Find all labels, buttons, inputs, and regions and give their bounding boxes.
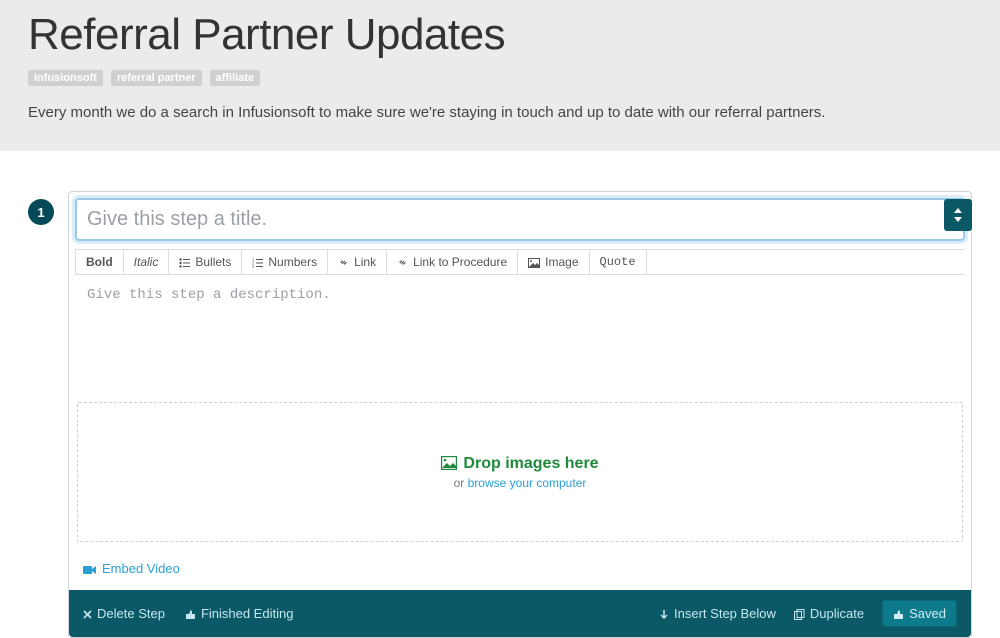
embed-video-label: Embed Video (102, 561, 180, 576)
tag-list: Infusionsoft referral partner affiliate (28, 68, 972, 86)
bold-button[interactable]: Bold (75, 250, 124, 274)
thumbs-up-icon (893, 606, 904, 621)
image-label: Image (545, 255, 578, 269)
step-editor: 1 Bold Italic Bullets 123 Numbers Link (0, 151, 1000, 638)
duplicate-button[interactable]: Duplicate (794, 606, 864, 621)
page-header: Referral Partner Updates Infusionsoft re… (0, 0, 1000, 151)
delete-label: Delete Step (97, 606, 165, 621)
browse-link[interactable]: browse your computer (468, 476, 587, 490)
procedure-label: Link to Procedure (413, 255, 507, 269)
image-button[interactable]: Image (518, 250, 589, 274)
embed-video-link[interactable]: Embed Video (83, 561, 180, 576)
numbers-button[interactable]: 123 Numbers (242, 250, 328, 274)
delete-step-button[interactable]: Delete Step (83, 606, 165, 621)
reorder-handle[interactable] (944, 199, 972, 231)
finished-editing-button[interactable]: Finished Editing (185, 606, 294, 621)
image-icon (441, 455, 457, 473)
tag[interactable]: Infusionsoft (28, 70, 103, 86)
italic-button[interactable]: Italic (124, 250, 170, 274)
page-title: Referral Partner Updates (28, 10, 972, 60)
image-icon (528, 255, 540, 269)
formatting-toolbar: Bold Italic Bullets 123 Numbers Link Lin… (75, 249, 965, 275)
dropzone-subtext: or browse your computer (454, 476, 587, 490)
saved-label: Saved (909, 606, 946, 621)
duplicate-label: Duplicate (810, 606, 864, 621)
saved-button[interactable]: Saved (882, 600, 957, 627)
insert-step-below-button[interactable]: Insert Step Below (659, 606, 776, 621)
arrow-down-icon (659, 606, 669, 621)
tag[interactable]: affiliate (210, 70, 261, 86)
step-title-input[interactable] (75, 198, 965, 241)
step-number-badge: 1 (28, 199, 54, 225)
insert-label: Insert Step Below (674, 606, 776, 621)
bullets-label: Bullets (195, 255, 231, 269)
dropzone-or: or (454, 476, 468, 490)
video-camera-icon (83, 561, 97, 576)
close-icon (83, 606, 92, 621)
dropzone-title: Drop images here (441, 455, 598, 473)
numbers-label: Numbers (268, 255, 317, 269)
link-icon (338, 255, 349, 269)
step-card: Bold Italic Bullets 123 Numbers Link Lin… (68, 191, 972, 638)
list-icon (179, 255, 190, 269)
quote-button[interactable]: Quote (590, 250, 647, 274)
page-description: Every month we do a search in Infusionso… (28, 104, 972, 121)
link-icon (397, 255, 408, 269)
link-button[interactable]: Link (328, 250, 387, 274)
link-label: Link (354, 255, 376, 269)
dropzone-main-text: Drop images here (463, 455, 598, 473)
svg-text:3: 3 (252, 264, 255, 268)
ordered-list-icon: 123 (252, 255, 263, 269)
link-procedure-button[interactable]: Link to Procedure (387, 250, 518, 274)
finished-label: Finished Editing (201, 606, 294, 621)
copy-icon (794, 606, 805, 621)
step-action-bar: Delete Step Finished Editing Insert Step… (69, 590, 971, 637)
bullets-button[interactable]: Bullets (169, 250, 242, 274)
tag[interactable]: referral partner (111, 70, 202, 86)
image-dropzone[interactable]: Drop images here or browse your computer (77, 402, 963, 542)
step-description-input[interactable] (75, 277, 965, 387)
thumbs-up-icon (185, 606, 196, 621)
